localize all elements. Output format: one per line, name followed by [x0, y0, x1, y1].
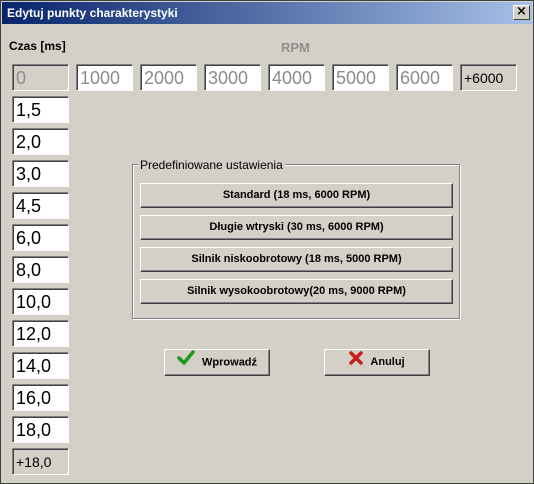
time-field-6[interactable]: 8,0	[12, 256, 69, 283]
rpm-field-3000[interactable]: 3000	[204, 64, 261, 91]
time-field-7[interactable]: 10,0	[12, 288, 69, 315]
rpm-field-0: 0	[12, 64, 69, 91]
close-icon: ×	[516, 4, 527, 19]
rpm-field-1000[interactable]: 1000	[76, 64, 133, 91]
cancel-button[interactable]: Anuluj	[324, 349, 430, 376]
ok-button[interactable]: Wprowadź	[164, 349, 270, 376]
time-field-3[interactable]: 3,0	[12, 160, 69, 187]
title-bar[interactable]: Edytuj punkty charakterystyki ×	[2, 2, 532, 24]
time-field-over-18: +18,0	[12, 448, 69, 475]
time-field-1[interactable]: 1,5	[12, 96, 69, 123]
time-field-8[interactable]: 12,0	[12, 320, 69, 347]
preset-standard-button[interactable]: Standard (18 ms, 6000 RPM)	[140, 183, 453, 208]
rpm-axis-label: RPM	[281, 40, 310, 55]
rpm-field-over-6000: +6000	[460, 64, 517, 91]
preset-low-rpm-engine-button[interactable]: Silnik niskoobrotowy (18 ms, 5000 RPM)	[140, 247, 453, 272]
presets-group-title: Predefiniowane ustawienia	[138, 158, 285, 172]
ok-button-label: Wprowadź	[202, 356, 258, 369]
time-field-10[interactable]: 16,0	[12, 384, 69, 411]
window-title: Edytuj punkty charakterystyki	[7, 6, 178, 20]
rpm-field-4000[interactable]: 4000	[268, 64, 325, 91]
dialog-window: Edytuj punkty charakterystyki × Czas [ms…	[0, 0, 534, 484]
rpm-field-6000[interactable]: 6000	[396, 64, 453, 91]
x-icon	[349, 350, 364, 375]
rpm-field-5000[interactable]: 5000	[332, 64, 389, 91]
preset-high-rpm-engine-button[interactable]: Silnik wysokoobrotowy(20 ms, 9000 RPM)	[140, 279, 453, 304]
time-field-5[interactable]: 6,0	[12, 224, 69, 251]
time-axis-label: Czas [ms]	[9, 39, 66, 53]
time-field-9[interactable]: 14,0	[12, 352, 69, 379]
preset-long-injection-button[interactable]: Długie wtryski (30 ms, 6000 RPM)	[140, 215, 453, 240]
rpm-field-2000[interactable]: 2000	[140, 64, 197, 91]
close-button[interactable]: ×	[513, 5, 530, 20]
time-field-11[interactable]: 18,0	[12, 416, 69, 443]
time-field-2[interactable]: 2,0	[12, 128, 69, 155]
time-field-4[interactable]: 4,5	[12, 192, 69, 219]
checkmark-icon	[177, 350, 195, 376]
cancel-button-label: Anuluj	[370, 356, 405, 368]
